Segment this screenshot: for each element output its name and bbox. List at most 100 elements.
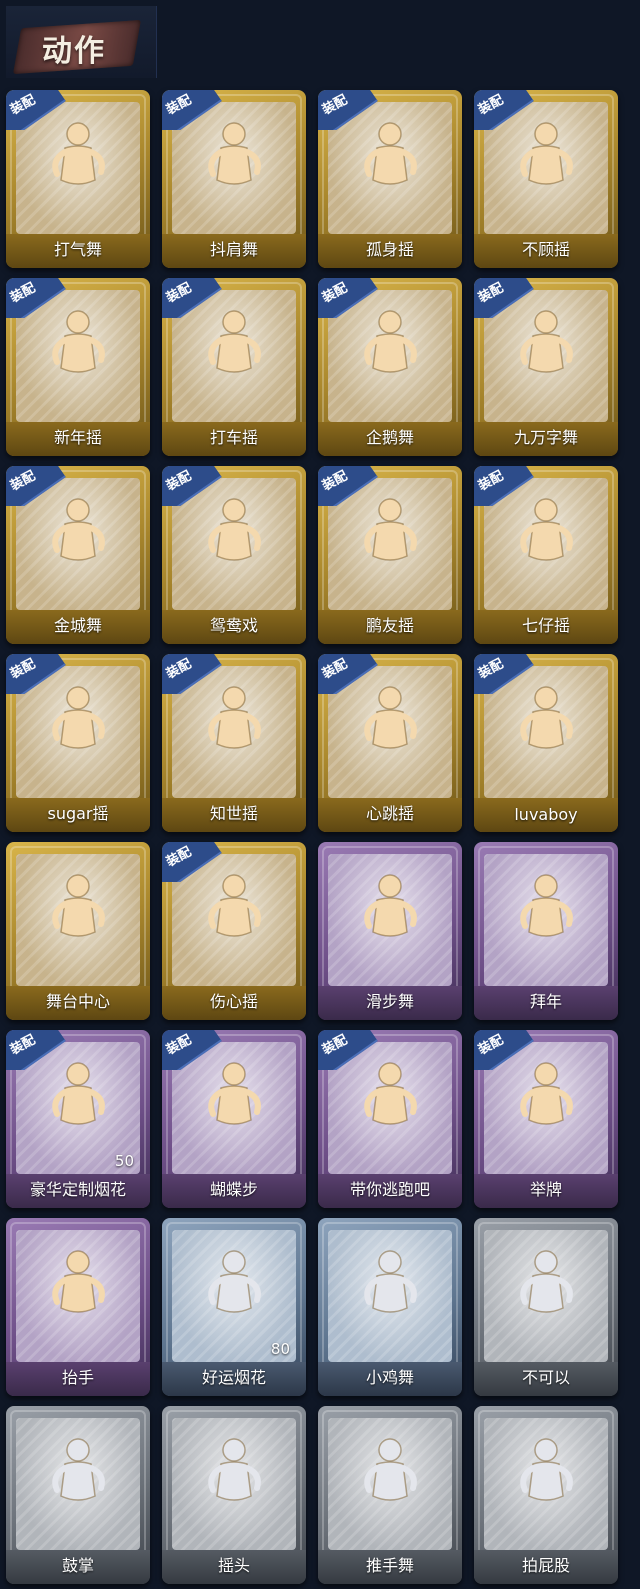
emote-name: 打车摇	[209, 428, 258, 447]
emote-name: 九万字舞	[513, 428, 578, 447]
dancer-icon	[199, 682, 269, 766]
emote-name: 摇头	[217, 1556, 250, 1575]
equipped-badge-label: 装配	[475, 92, 506, 118]
item-count: 80	[270, 1340, 290, 1358]
emote-name: luvaboy	[514, 805, 578, 824]
equipped-badge-label: 装配	[475, 468, 506, 494]
dancer-icon	[43, 306, 113, 390]
emote-card[interactable]: 装配蝴蝶步	[162, 1030, 306, 1208]
emote-name: 推手舞	[365, 1556, 414, 1575]
emote-name: 鹏友摇	[365, 616, 414, 635]
emote-card[interactable]: 滑步舞	[318, 842, 462, 1020]
emote-card[interactable]: 装配 心跳摇	[318, 654, 462, 832]
emote-name: 伤心摇	[209, 992, 258, 1011]
emote-card[interactable]: 鼓掌	[6, 1406, 150, 1584]
equipped-badge: 装配	[162, 1030, 224, 1070]
emote-card[interactable]: 装配打气舞	[6, 90, 150, 268]
emote-name: 不可以	[521, 1368, 570, 1387]
emote-card[interactable]: 拍屁股	[474, 1406, 618, 1584]
emote-card[interactable]: 装配 举牌	[474, 1030, 618, 1208]
dancer-icon	[199, 494, 269, 578]
equipped-badge-label: 装配	[7, 92, 38, 118]
firework-can-icon	[199, 1246, 269, 1330]
emote-card[interactable]: 装配伤心摇	[162, 842, 306, 1020]
emote-card[interactable]: 装配 不顾摇	[474, 90, 618, 268]
equipped-badge: 装配	[474, 654, 536, 694]
dancer-icon	[355, 870, 425, 954]
emote-card[interactable]: 摇头	[162, 1406, 306, 1584]
equipped-badge-label: 装配	[475, 280, 506, 306]
equipped-badge: 装配	[474, 90, 536, 130]
emote-card[interactable]: 装配 luvaboy	[474, 654, 618, 832]
item-count: 50	[114, 1152, 134, 1170]
emote-card[interactable]: 抬手	[6, 1218, 150, 1396]
emote-name: 鼓掌	[61, 1556, 94, 1575]
equipped-badge: 装配	[318, 278, 380, 318]
dancer-icon	[511, 1434, 581, 1518]
emote-card[interactable]: 装配九万字舞	[474, 278, 618, 456]
equipped-badge: 装配	[6, 466, 68, 506]
emote-name: 新年摇	[53, 428, 102, 447]
equipped-badge: 装配	[318, 466, 380, 506]
emote-card[interactable]: 装配打车摇	[162, 278, 306, 456]
equipped-badge: 装配	[162, 278, 224, 318]
dancer-icon	[43, 682, 113, 766]
page-title: 动作	[42, 34, 106, 69]
emote-name: 好运烟花	[201, 1368, 266, 1387]
equipped-badge-label: 装配	[7, 656, 38, 682]
equipped-badge-label: 装配	[475, 656, 506, 682]
equipped-badge: 装配	[6, 1030, 68, 1070]
equipped-badge-label: 装配	[7, 1032, 38, 1058]
emote-card[interactable]: 装配金城舞	[6, 466, 150, 644]
equipped-badge: 装配	[474, 278, 536, 318]
emote-card[interactable]: 80 好运烟花	[162, 1218, 306, 1396]
emote-card[interactable]: 装配 sugar摇	[6, 654, 150, 832]
equipped-badge-label: 装配	[163, 656, 194, 682]
emote-name: sugar摇	[47, 804, 109, 823]
dancer-icon	[199, 1058, 269, 1142]
equipped-badge: 装配	[318, 1030, 380, 1070]
dancer-icon	[199, 118, 269, 202]
emote-card[interactable]: 装配 50 豪华定制烟花	[6, 1030, 150, 1208]
emote-card[interactable]: 舞台中心	[6, 842, 150, 1020]
emote-name: 蝴蝶步	[209, 1180, 258, 1199]
emote-name: 心跳摇	[365, 804, 414, 823]
emote-name: 小鸡舞	[365, 1368, 414, 1387]
sign-icon	[511, 1058, 581, 1142]
fireworks-icon	[43, 1058, 113, 1142]
dancer-icon	[355, 682, 425, 766]
equipped-badge-label: 装配	[319, 468, 350, 494]
emote-card[interactable]: 推手舞	[318, 1406, 462, 1584]
emote-card[interactable]: 小鸡舞	[318, 1218, 462, 1396]
emote-card[interactable]: 装配孤身摇	[318, 90, 462, 268]
emote-name: 打气舞	[53, 240, 102, 259]
emote-card[interactable]: 装配 知世摇	[162, 654, 306, 832]
emote-card[interactable]: 不可以	[474, 1218, 618, 1396]
emote-card[interactable]: 装配 新年摇	[6, 278, 150, 456]
emote-card[interactable]: 装配抖肩舞	[162, 90, 306, 268]
finger-icon	[511, 1246, 581, 1330]
emote-name: 金城舞	[53, 616, 102, 635]
equipped-badge: 装配	[162, 90, 224, 130]
hand-icon	[43, 1246, 113, 1330]
dancer-icon	[355, 1434, 425, 1518]
dancer-icon	[199, 306, 269, 390]
dancer-icon	[511, 682, 581, 766]
equipped-badge: 装配	[162, 842, 224, 882]
dancer-icon	[511, 494, 581, 578]
dancer-icon	[355, 306, 425, 390]
emote-name: 抖肩舞	[209, 240, 258, 259]
equipped-badge-label: 装配	[319, 1032, 350, 1058]
emote-name: 孤身摇	[365, 240, 414, 259]
emote-card[interactable]: 装配 企鹅舞	[318, 278, 462, 456]
emote-card[interactable]: 装配鹏友摇	[318, 466, 462, 644]
equipped-badge: 装配	[162, 654, 224, 694]
emote-name: 鸳鸯戏	[209, 616, 258, 635]
equipped-badge-label: 装配	[7, 468, 38, 494]
equipped-badge: 装配	[318, 90, 380, 130]
emote-card[interactable]: 装配 鸳鸯戏	[162, 466, 306, 644]
emote-card[interactable]: 拜年	[474, 842, 618, 1020]
emote-card[interactable]: 装配 带你逃跑吧	[318, 1030, 462, 1208]
emote-card[interactable]: 装配 七仔摇	[474, 466, 618, 644]
dancer-icon	[43, 494, 113, 578]
